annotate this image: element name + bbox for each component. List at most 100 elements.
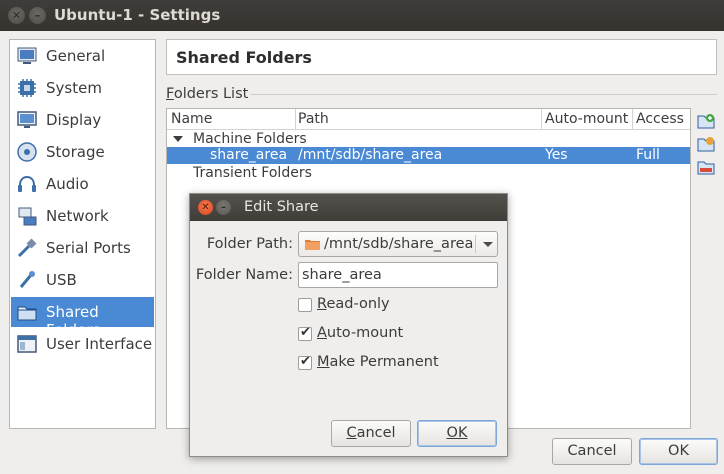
sidebar-item-audio[interactable]: Audio (11, 169, 154, 199)
storage-icon (17, 142, 37, 162)
tree-group-transient-folders[interactable]: Transient Folders (167, 165, 690, 182)
sidebar-item-label: Serial Ports (46, 239, 131, 257)
settings-sidebar: General System Display Storage Audio Net… (9, 39, 156, 429)
cell-access: Full (636, 147, 660, 163)
dialog-ok-button[interactable]: OK (417, 420, 497, 447)
dialog-cancel-label-rest: ancel (356, 425, 396, 441)
sidebar-item-label: Storage (46, 143, 105, 161)
edit-folder-icon[interactable] (697, 136, 715, 152)
column-divider (632, 109, 633, 129)
chevron-down-icon[interactable] (483, 242, 493, 247)
folders-list-mnemonic: F (166, 86, 174, 102)
read-only-label[interactable]: Read-only (317, 296, 390, 312)
display-icon (17, 111, 37, 128)
ok-label: OK (668, 443, 689, 459)
make-permanent-checkbox[interactable]: ✔ (298, 354, 312, 370)
general-icon (17, 47, 37, 64)
dialog-title: Edit Share (244, 199, 319, 215)
edit-share-dialog: ✕ – Edit Share Folder Path: /mnt/sdb/sha… (189, 193, 508, 457)
window-title: Ubuntu-1 - Settings (54, 6, 221, 24)
dialog-cancel-mnemonic: C (346, 425, 357, 441)
expand-arrow-icon[interactable] (173, 136, 183, 142)
checkmark-icon: ✔ (300, 354, 311, 369)
usb-icon (19, 271, 35, 288)
system-icon (18, 79, 36, 97)
minimize-icon: – (34, 9, 41, 22)
user-interface-icon (17, 335, 37, 353)
page-title: Shared Folders (176, 48, 312, 67)
close-icon: ✕ (11, 9, 22, 22)
folder-name-label: Folder Name: (195, 267, 293, 283)
audio-icon (18, 175, 36, 192)
cancel-button[interactable]: Cancel (552, 438, 632, 465)
sidebar-item-label: Audio (46, 175, 89, 193)
read-only-label-rest: ead-only (326, 296, 390, 312)
auto-mount-label[interactable]: Auto-mount (317, 325, 403, 341)
minimize-window-button[interactable]: – (29, 7, 46, 24)
remove-folder-icon[interactable] (697, 159, 715, 175)
dialog-ok-label: OK (446, 425, 468, 441)
close-icon: ✕ (201, 202, 210, 213)
auto-mount-label-rest: uto-mount (326, 325, 404, 341)
sidebar-item-storage[interactable]: Storage (11, 137, 154, 167)
dialog-close-button[interactable]: ✕ (198, 200, 213, 215)
sidebar-item-system[interactable]: System (11, 73, 154, 103)
make-permanent-label-rest: ake Permanent (329, 354, 439, 370)
sidebar-item-display[interactable]: Display (11, 105, 154, 135)
tree-group-machine-folders[interactable]: Machine Folders (167, 131, 690, 148)
column-divider (541, 109, 542, 129)
make-permanent-mnemonic: M (317, 354, 330, 370)
sidebar-item-network[interactable]: Network (11, 201, 154, 231)
sidebar-item-label: Display (46, 111, 102, 129)
folder-path-label: Folder Path: (206, 236, 293, 252)
checkmark-icon: ✔ (300, 325, 311, 340)
page-header: Shared Folders (166, 39, 717, 75)
make-permanent-label[interactable]: Make Permanent (317, 354, 439, 370)
folder-icon (305, 240, 320, 250)
cell-automount: Yes (545, 147, 568, 163)
dialog-cancel-button[interactable]: Cancel (331, 420, 411, 447)
sidebar-item-label: General (46, 47, 106, 65)
folders-list-label: Folders List (166, 86, 248, 102)
folder-name-input[interactable] (299, 263, 497, 287)
group-label: Transient Folders (193, 165, 312, 181)
sidebar-item-label: USB (46, 271, 77, 289)
folder-name-field[interactable] (298, 262, 498, 288)
sidebar-item-label: System (46, 79, 102, 97)
column-header-automount[interactable]: Auto-mount (545, 111, 628, 127)
table-row[interactable]: share_area /mnt/sdb/share_area Yes Full (167, 147, 690, 164)
sidebar-item-general[interactable]: General (11, 41, 154, 71)
cell-path: /mnt/sdb/share_area (298, 147, 443, 163)
folders-list-label-rest: olders List (173, 86, 249, 102)
cell-name: share_area (210, 147, 288, 163)
minimize-icon: – (221, 202, 226, 213)
column-divider (295, 109, 296, 129)
sidebar-item-user-interface[interactable]: User Interface (11, 329, 154, 359)
auto-mount-checkbox[interactable]: ✔ (298, 325, 312, 341)
window-titlebar: ✕ – Ubuntu-1 - Settings (0, 0, 724, 31)
ok-button[interactable]: OK (639, 438, 718, 465)
folder-path-combo[interactable]: /mnt/sdb/share_area (298, 231, 498, 257)
table-header: Name Path Auto-mount Access (167, 109, 690, 130)
sidebar-item-label: Network (46, 207, 109, 225)
combo-separator (475, 235, 476, 253)
auto-mount-mnemonic: A (317, 325, 327, 341)
dialog-minimize-button[interactable]: – (216, 200, 231, 215)
group-label: Machine Folders (193, 131, 307, 147)
folder-path-value: /mnt/sdb/share_area (324, 236, 474, 252)
column-header-access[interactable]: Access (636, 111, 684, 127)
column-header-name[interactable]: Name (171, 111, 212, 127)
dialog-titlebar: ✕ – Edit Share (190, 194, 507, 221)
shared-folders-icon (17, 306, 37, 321)
close-window-button[interactable]: ✕ (8, 7, 25, 24)
add-folder-icon[interactable] (697, 113, 715, 129)
sidebar-item-serial-ports[interactable]: Serial Ports (11, 233, 154, 263)
sidebar-item-usb[interactable]: USB (11, 265, 154, 295)
column-header-path[interactable]: Path (298, 111, 329, 127)
cancel-label: Cancel (567, 443, 617, 459)
sidebar-item-shared-folders[interactable]: Shared Folders (11, 297, 154, 339)
sidebar-item-label: User Interface (46, 335, 153, 353)
serial-ports-icon (17, 238, 37, 258)
network-icon (18, 207, 37, 226)
read-only-checkbox[interactable] (298, 298, 312, 312)
